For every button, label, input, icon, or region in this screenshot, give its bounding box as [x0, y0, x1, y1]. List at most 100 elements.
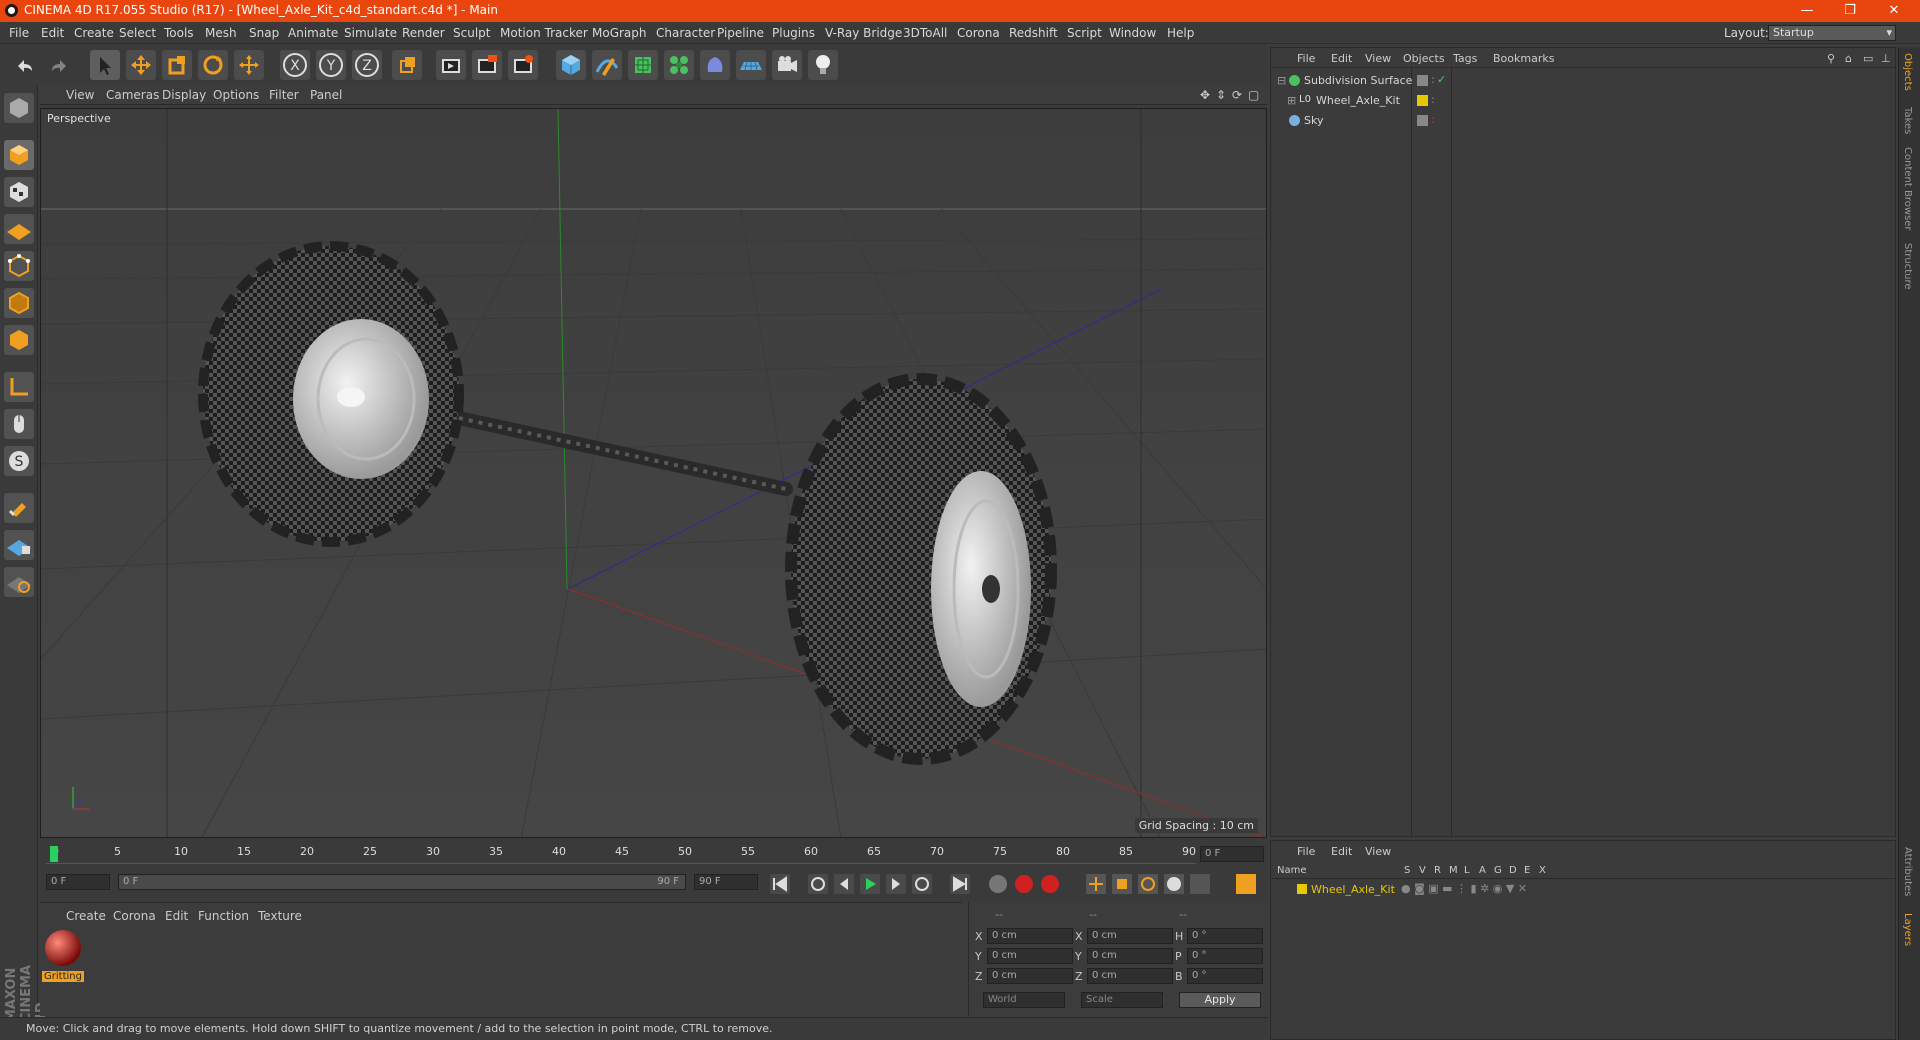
light-icon[interactable]	[808, 50, 838, 80]
expand-toggle-icon[interactable]: ⊞	[1287, 94, 1296, 107]
viewport-menu-filter[interactable]: Filter	[269, 88, 299, 102]
object-menu-bookmarks[interactable]: Bookmarks	[1493, 52, 1554, 65]
render-view-icon[interactable]	[436, 50, 466, 80]
deformer-icon[interactable]	[700, 50, 730, 80]
select-arrow-icon[interactable]	[90, 50, 120, 80]
viewport-maximize-icon[interactable]: ▢	[1248, 88, 1259, 102]
visibility-dots-icon[interactable]: :	[1431, 73, 1435, 86]
layout-dropdown[interactable]: Startup ▾	[1768, 25, 1896, 41]
menu-render[interactable]: Render	[402, 26, 445, 40]
pen-spline-icon[interactable]	[592, 50, 622, 80]
material-menu-texture[interactable]: Texture	[258, 909, 302, 923]
menu-help[interactable]: Help	[1167, 26, 1194, 40]
edit-render-settings-icon[interactable]	[508, 50, 538, 80]
lock-grid-icon[interactable]	[4, 530, 34, 560]
rotation-p-field[interactable]: 0 °	[1187, 948, 1263, 964]
tab-objects[interactable]: Objects	[1902, 53, 1913, 91]
coordinate-system-icon[interactable]	[392, 50, 422, 80]
coordinate-space-dropdown[interactable]: World	[983, 992, 1065, 1008]
layer-toggle-icons[interactable]: ● ◙ ▣ ▬ ⋮ ▮ ✲ ◉ ▼ ✕	[1401, 882, 1527, 895]
snap-icon[interactable]: S	[4, 446, 34, 476]
menu-create[interactable]: Create	[74, 26, 114, 40]
object-row[interactable]: ⊞ L0 Wheel_Axle_Kit :	[1271, 92, 1895, 110]
menu-file[interactable]: File	[9, 26, 29, 40]
move-alt-icon[interactable]	[234, 50, 264, 80]
current-frame-field[interactable]: 0 F	[1200, 846, 1264, 862]
position-z-field[interactable]: 0 cm	[987, 968, 1073, 984]
search-icon[interactable]: ⚲	[1827, 52, 1835, 65]
menu-character[interactable]: Character	[656, 26, 715, 40]
collapse-toggle-icon[interactable]: ⊟	[1277, 74, 1286, 87]
menu-animate[interactable]: Animate	[288, 26, 338, 40]
menu-pipeline[interactable]: Pipeline	[717, 26, 764, 40]
material-swatch[interactable]: Gritting	[42, 927, 84, 987]
y-axis-icon[interactable]: Y	[316, 50, 346, 80]
cloner-icon[interactable]	[664, 50, 694, 80]
position-x-field[interactable]: 0 cm	[987, 928, 1073, 944]
menu-select[interactable]: Select	[119, 26, 156, 40]
viewport-menu-options[interactable]: Options	[213, 88, 259, 102]
workplane-mode-icon[interactable]	[4, 214, 34, 244]
points-mode-icon[interactable]	[4, 251, 34, 281]
workplane-grid-icon[interactable]	[4, 567, 34, 597]
layer-menu-file[interactable]: File	[1297, 845, 1315, 858]
camera-icon[interactable]	[772, 50, 802, 80]
menu-3dtoall[interactable]: 3DToAll	[903, 26, 947, 40]
object-menu-view[interactable]: View	[1365, 52, 1391, 65]
scale-icon[interactable]	[162, 50, 192, 80]
edges-mode-icon[interactable]	[4, 288, 34, 318]
tab-structure[interactable]: Structure	[1902, 243, 1913, 290]
menu-redshift[interactable]: Redshift	[1009, 26, 1058, 40]
menu-corona[interactable]: Corona	[957, 26, 1000, 40]
viewport-zoom-icon[interactable]: ⇕	[1216, 88, 1226, 102]
pin-icon[interactable]: ⊥	[1881, 52, 1891, 65]
size-z-field[interactable]: 0 cm	[1087, 968, 1173, 984]
menu-tools[interactable]: Tools	[164, 26, 194, 40]
close-button[interactable]: ✕	[1874, 1, 1914, 21]
make-editable-icon[interactable]	[4, 93, 34, 123]
model-mode-icon[interactable]	[4, 140, 34, 170]
playhead[interactable]	[50, 846, 58, 862]
visibility-dots-icon[interactable]: :	[1431, 113, 1435, 126]
frame-range-slider[interactable]: 0 F 90 F	[118, 874, 686, 890]
menu-simulate[interactable]: Simulate	[344, 26, 397, 40]
menu-edit[interactable]: Edit	[41, 26, 64, 40]
menu-mograph[interactable]: MoGraph	[592, 26, 647, 40]
undo-icon[interactable]	[10, 50, 40, 80]
size-y-field[interactable]: 0 cm	[1087, 948, 1173, 964]
home-icon[interactable]: ⌂	[1845, 52, 1852, 65]
object-menu-tags[interactable]: Tags	[1453, 52, 1477, 65]
object-menu-edit[interactable]: Edit	[1331, 52, 1352, 65]
material-menu-create[interactable]: Create	[66, 909, 106, 923]
material-menu-function[interactable]: Function	[198, 909, 249, 923]
layer-row[interactable]: Wheel_Axle_Kit ● ◙ ▣ ▬ ⋮ ▮ ✲ ◉ ▼ ✕	[1271, 881, 1895, 899]
viewport-menu-view[interactable]: View	[66, 88, 94, 102]
enable-axis-icon[interactable]	[4, 372, 34, 402]
tweak-mode-icon[interactable]	[4, 409, 34, 439]
viewport-menu-cameras[interactable]: Cameras	[106, 88, 159, 102]
start-frame-field[interactable]: 0 F	[46, 874, 110, 890]
tab-content-browser[interactable]: Content Browser	[1902, 147, 1913, 230]
object-menu-file[interactable]: File	[1297, 52, 1315, 65]
size-x-field[interactable]: 0 cm	[1087, 928, 1173, 944]
menu-window[interactable]: Window	[1109, 26, 1156, 40]
size-mode-dropdown[interactable]: Scale	[1081, 992, 1163, 1008]
end-frame-field[interactable]: 90 F	[694, 874, 758, 890]
object-menu-objects[interactable]: Objects	[1403, 52, 1445, 65]
tab-takes[interactable]: Takes	[1902, 107, 1913, 134]
material-menu-corona[interactable]: Corona	[113, 909, 156, 923]
layer-menu-edit[interactable]: Edit	[1331, 845, 1352, 858]
enabled-check-icon[interactable]: ✓	[1437, 73, 1446, 86]
object-row[interactable]: ⊟ Subdivision Surface : ✓	[1271, 72, 1895, 90]
rotate-icon[interactable]	[198, 50, 228, 80]
object-row[interactable]: Sky :	[1271, 112, 1895, 130]
magnet-icon[interactable]	[4, 493, 34, 523]
apply-button[interactable]: Apply	[1179, 992, 1261, 1008]
menu-mesh[interactable]: Mesh	[205, 26, 237, 40]
viewport-menu-panel[interactable]: Panel	[310, 88, 342, 102]
layer-color-swatch[interactable]	[1297, 884, 1307, 894]
menu-motion-tracker[interactable]: Motion Tracker	[500, 26, 588, 40]
new-window-icon[interactable]: ▭	[1863, 52, 1873, 65]
move-icon[interactable]	[126, 50, 156, 80]
cube-icon[interactable]	[556, 50, 586, 80]
